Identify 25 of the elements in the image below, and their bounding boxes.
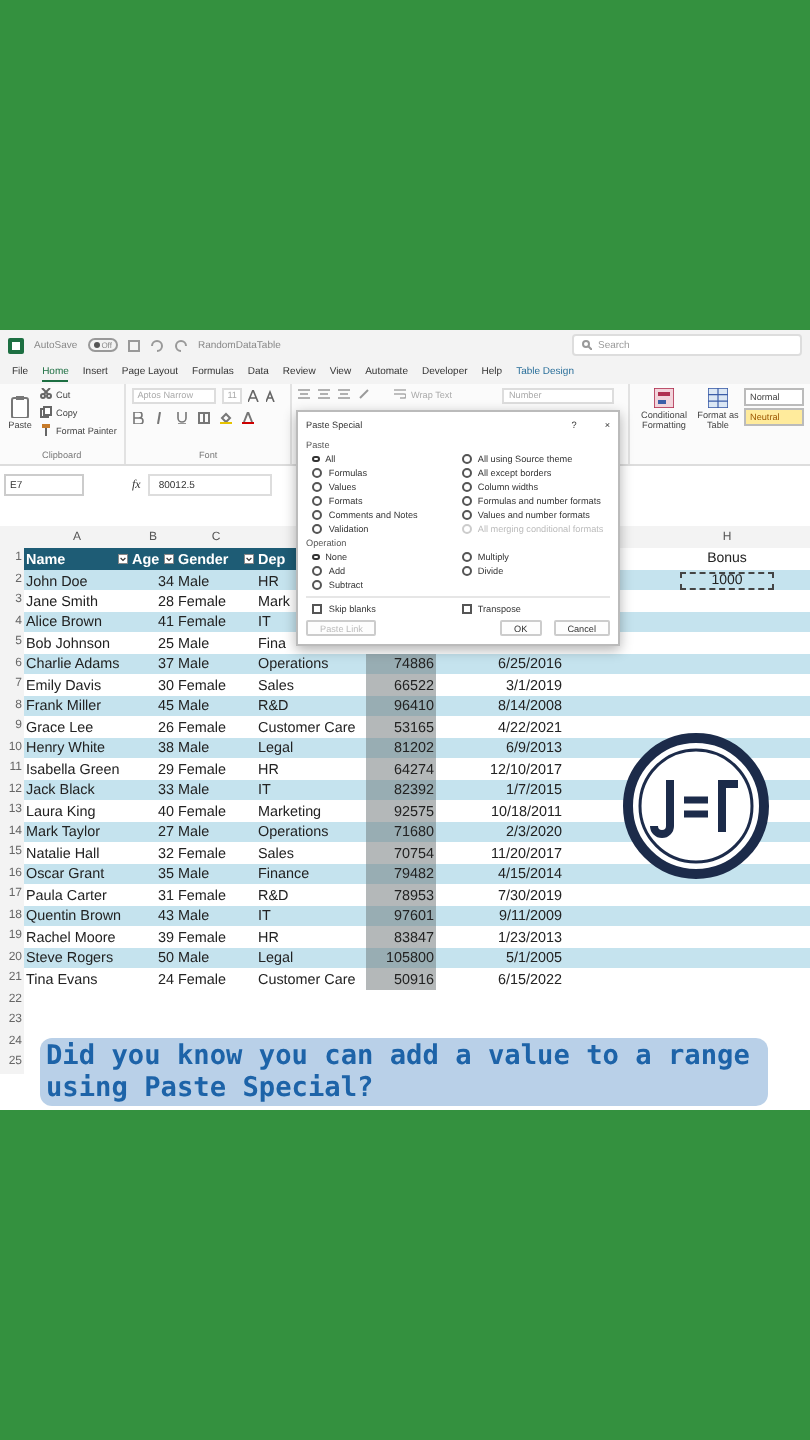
save-icon[interactable] — [127, 339, 140, 351]
table-grid-icon — [708, 388, 728, 408]
borders-icon[interactable] — [197, 412, 210, 424]
scissors-icon — [40, 388, 52, 400]
filter-dropdown-icon[interactable] — [244, 553, 254, 564]
bold-icon[interactable] — [131, 412, 144, 424]
wrap-text-icon — [394, 388, 407, 400]
search-icon — [582, 340, 592, 350]
filter-dropdown-icon[interactable] — [118, 553, 128, 564]
orientation-icon[interactable] — [358, 388, 371, 400]
copy-icon — [40, 406, 52, 418]
filter-dropdown-icon[interactable] — [164, 553, 174, 564]
underline-icon[interactable] — [175, 412, 188, 424]
decrease-font-icon[interactable] — [266, 390, 279, 402]
fill-color-icon[interactable] — [219, 412, 232, 424]
excel-icon — [8, 337, 24, 353]
brush-icon — [40, 424, 52, 436]
undo-icon[interactable] — [149, 339, 164, 351]
logo-icon — [622, 732, 770, 880]
redo-icon[interactable] — [173, 339, 188, 351]
caption-text: Did you know you can add a value to a range using Paste Special? — [40, 1038, 768, 1106]
increase-font-icon[interactable] — [248, 390, 261, 402]
conditional-formatting-icon — [654, 388, 674, 408]
font-color-icon[interactable] — [241, 412, 254, 424]
italic-icon[interactable] — [153, 412, 166, 424]
